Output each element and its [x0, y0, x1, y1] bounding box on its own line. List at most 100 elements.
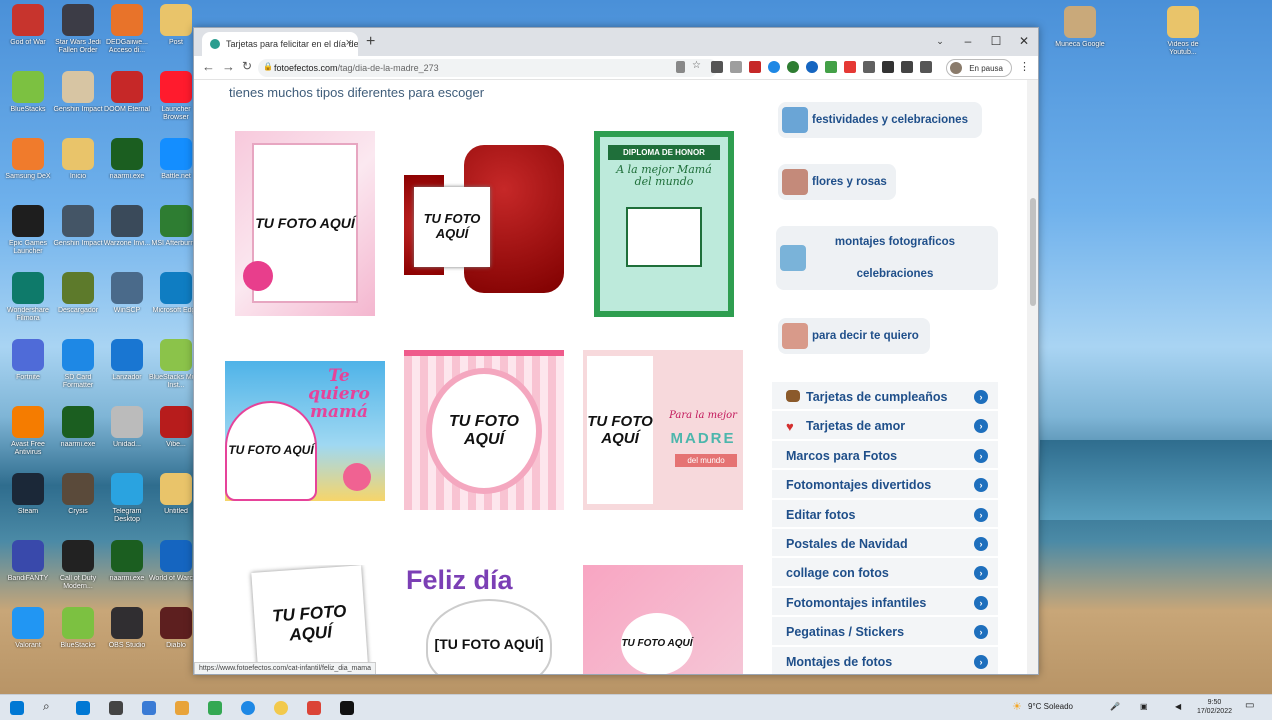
category-navidad[interactable]: Postales de Navidad ›	[772, 528, 998, 559]
desktop-icon[interactable]: Telegram Desktop	[99, 473, 155, 537]
tag-montajes[interactable]: montajes fotograficos celebraciones	[776, 226, 998, 290]
reading-list-icon[interactable]	[920, 61, 932, 73]
extension-icon[interactable]	[844, 61, 856, 73]
tag-te-quiero[interactable]: para decir te quiero	[778, 318, 930, 354]
scrollbar-thumb[interactable]	[1030, 198, 1036, 306]
bookmark-star-icon[interactable]: ☆	[692, 61, 704, 73]
address-bar[interactable]: 🔒 fotoefectos.com/tag/dia-de-la-madre_27…	[258, 59, 718, 77]
desktop-icon[interactable]: Genshin Impact	[50, 71, 106, 135]
category-infantiles[interactable]: Fotomontajes infantiles ›	[772, 587, 998, 618]
desktop-icon[interactable]: Unidad...	[99, 406, 155, 470]
desktop-icon[interactable]: Videos de Youtub...	[1155, 6, 1211, 70]
card-te-quiero-mama[interactable]: Te quiero mamá TU FOTO AQUÍ	[225, 361, 385, 501]
desktop-icon[interactable]: DEDGaiiwe... Acceso di...	[99, 4, 155, 68]
taskbar-app-icon[interactable]	[274, 701, 288, 715]
desktop-icon[interactable]: DOOM Eternal	[99, 71, 155, 135]
desktop-icon[interactable]: Call of Duty Modern...	[50, 540, 106, 604]
desktop-icon[interactable]: Star Wars Jedi Fallen Order	[50, 4, 106, 68]
taskbar-app-icon[interactable]	[175, 701, 189, 715]
desktop-icon[interactable]: BlueStacks	[0, 71, 56, 135]
taskbar-app-icon[interactable]	[208, 701, 222, 715]
desktop-icon[interactable]: Samsung DeX	[0, 138, 56, 202]
desktop-icon[interactable]: naarmi.exe	[99, 138, 155, 202]
taskbar-app-icon[interactable]	[340, 701, 354, 715]
clock[interactable]: 9:50 17/02/2022	[1197, 698, 1232, 716]
volume-icon[interactable]: ◀	[1175, 702, 1181, 711]
forward-arrow-icon[interactable]: →	[222, 59, 235, 74]
desktop-icon[interactable]: Inicio	[50, 138, 106, 202]
extension-icon[interactable]	[863, 61, 875, 73]
page-scrollbar[interactable]	[1027, 80, 1038, 674]
desktop-icon[interactable]: WinSCP	[99, 272, 155, 336]
category-fotomontajes-divertidos[interactable]: Fotomontajes divertidos ›	[772, 470, 998, 500]
extension-icon[interactable]	[806, 61, 818, 73]
taskbar-app-icon[interactable]	[142, 701, 156, 715]
taskbar-app-icon[interactable]	[109, 701, 123, 715]
profile-button[interactable]: En pausa	[946, 59, 1012, 77]
network-icon[interactable]: ▣	[1140, 702, 1148, 711]
browser-tab[interactable]: Tarjetas para felicitar en el día de... …	[202, 32, 358, 56]
category-collage[interactable]: collage con fotos ›	[772, 558, 998, 588]
start-button-icon[interactable]	[10, 701, 24, 715]
card-striped-wreath[interactable]: TU FOTO AQUÍ	[404, 350, 564, 510]
extension-icon[interactable]	[882, 61, 894, 73]
category-pegatinas[interactable]: Pegatinas / Stickers ›	[772, 617, 998, 647]
desktop-icon[interactable]: Genshin Impact	[50, 205, 106, 269]
desktop-icon[interactable]: Wondershare Filmora	[0, 272, 56, 336]
desktop-icon[interactable]: God of War	[0, 4, 56, 68]
card-pink-floral-frame[interactable]: TU FOTO AQUÍ	[235, 131, 375, 316]
desktop-icon[interactable]: Crysis	[50, 473, 106, 537]
share-icon[interactable]	[676, 61, 685, 73]
weather-text[interactable]: 9°C Soleado	[1028, 702, 1073, 711]
taskbar-app-icon[interactable]	[241, 701, 255, 715]
card-red-roses[interactable]: TU FOTO AQUÍ	[404, 145, 564, 293]
desktop-icon[interactable]: naarmi.exe	[50, 406, 106, 470]
card-madre[interactable]: TU FOTO AQUÍ Para la mejor MADRE del mun…	[583, 350, 743, 510]
back-arrow-icon[interactable]: ←	[202, 59, 215, 74]
desktop-icon[interactable]: Fortnite	[0, 339, 56, 403]
card-tilted-roses[interactable]: TU FOTO AQUÍ	[225, 565, 385, 674]
extension-icon[interactable]	[825, 61, 837, 73]
browser-menu-icon[interactable]: ⋮	[1019, 60, 1030, 73]
tag-flores-rosas[interactable]: flores y rosas	[778, 164, 896, 200]
taskbar-app-icon[interactable]	[76, 701, 90, 715]
minimize-button[interactable]: –	[954, 28, 982, 56]
extension-icon[interactable]	[749, 61, 761, 73]
microphone-icon[interactable]: 🎤	[1110, 702, 1120, 711]
extension-icon[interactable]	[711, 61, 723, 73]
desktop-icon[interactable]: Descargador	[50, 272, 106, 336]
desktop-icon[interactable]: naarmi.exe	[99, 540, 155, 604]
desktop-icon[interactable]: OBS Studio	[99, 607, 155, 671]
extension-icon[interactable]	[768, 61, 780, 73]
desktop-icon[interactable]: BandiFANTY	[0, 540, 56, 604]
category-montajes[interactable]: Montajes de fotos ›	[772, 646, 998, 674]
category-cumpleanos[interactable]: Tarjetas de cumpleaños ›	[772, 382, 998, 412]
desktop-icon[interactable]: Lanzador	[99, 339, 155, 403]
tag-festividades[interactable]: festividades y celebraciones	[778, 102, 982, 138]
tab-close-icon[interactable]: ×	[346, 37, 352, 49]
new-tab-button[interactable]: +	[366, 33, 375, 51]
card-feliz-dia[interactable]: Feliz día [TU FOTO AQUÍ]	[404, 565, 564, 674]
maximize-button[interactable]: ☐	[982, 28, 1010, 56]
notifications-icon[interactable]: ▭	[1245, 700, 1254, 711]
reload-icon[interactable]: ↻	[242, 59, 252, 73]
desktop-icon[interactable]: Muneca Google	[1052, 6, 1108, 70]
card-diploma[interactable]: DIPLOMA DE HONOR A la mejor Mamá del mun…	[594, 131, 734, 317]
desktop-icon[interactable]: Warzone Invi...	[99, 205, 155, 269]
extension-icon[interactable]	[730, 61, 742, 73]
desktop-icon[interactable]: SD Card Formatter	[50, 339, 106, 403]
extensions-puzzle-icon[interactable]	[901, 61, 913, 73]
close-window-button[interactable]: ✕	[1010, 28, 1038, 56]
category-amor[interactable]: ♥ Tarjetas de amor ›	[772, 411, 998, 441]
desktop-icon[interactable]: Valorant	[0, 607, 56, 671]
category-editar-fotos[interactable]: Editar fotos ›	[772, 499, 998, 529]
category-marcos[interactable]: Marcos para Fotos ›	[772, 440, 998, 471]
taskbar-app-icon[interactable]	[307, 701, 321, 715]
desktop-icon[interactable]: BlueStacks	[50, 607, 106, 671]
desktop-icon[interactable]: Epic Games Launcher	[0, 205, 56, 269]
card-cupcakes[interactable]: TU FOTO AQUÍ	[583, 565, 743, 674]
desktop-icon[interactable]: Avast Free Antivirus	[0, 406, 56, 470]
tab-search-chevron-icon[interactable]: ⌄	[926, 28, 954, 56]
extension-icon[interactable]	[787, 61, 799, 73]
desktop-icon[interactable]: Steam	[0, 473, 56, 537]
